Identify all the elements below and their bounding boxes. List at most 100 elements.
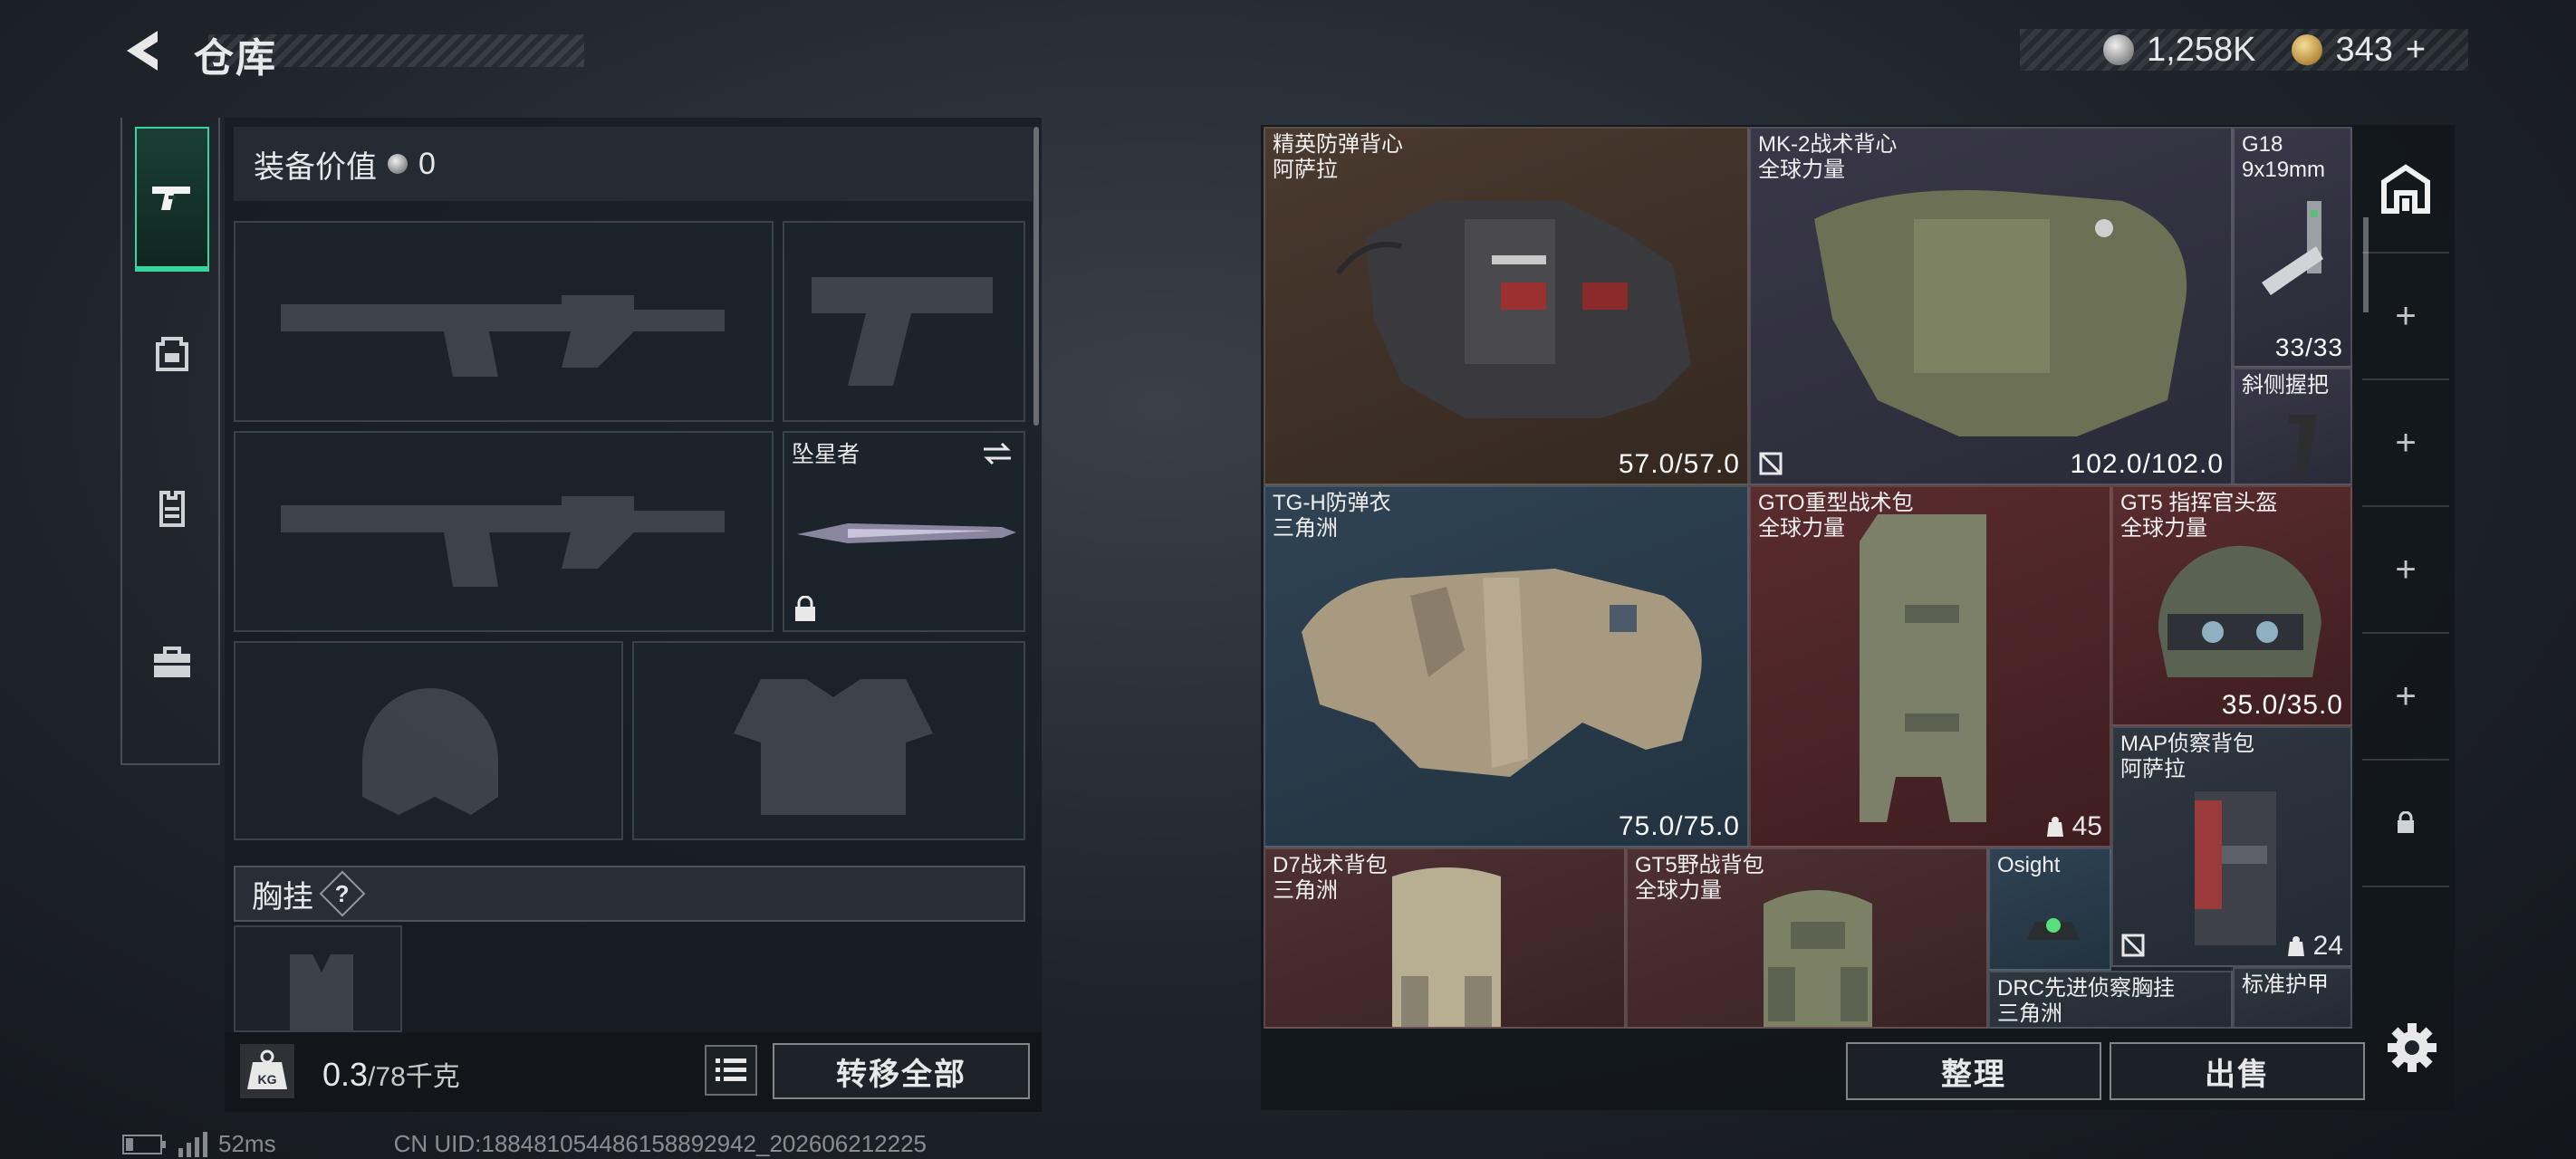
tab-backpack[interactable] <box>135 281 209 426</box>
svg-text:KG: KG <box>258 1072 277 1087</box>
item-d7-pack[interactable]: D7战术背包 三角洲 <box>1264 848 1626 1029</box>
plus-icon: + <box>2395 549 2417 589</box>
coin-icon <box>388 154 408 174</box>
lock-icon <box>795 596 815 621</box>
sell-button[interactable]: 出售 <box>2110 1042 2365 1100</box>
warehouse-tabs: + + + + <box>2362 127 2449 915</box>
tab-vest[interactable] <box>135 436 209 581</box>
add-premium-button[interactable]: + <box>2406 31 2426 70</box>
vest-art <box>1335 201 1691 418</box>
item-name: TG-H防弹衣 三角洲 <box>1273 491 1391 541</box>
capacity-icon <box>2046 817 2063 837</box>
weight-max: /78千克 <box>368 1062 460 1092</box>
item-gt5-field-pack[interactable]: GT5野战背包 全球力量 <box>1626 848 1988 1029</box>
warehouse-scrollbar[interactable] <box>2363 217 2369 312</box>
item-durability: 57.0/57.0 <box>1618 449 1740 479</box>
item-standard-armor[interactable]: 标准护甲 <box>2233 967 2352 1029</box>
sight-art <box>2026 918 2081 940</box>
knife-art <box>797 523 1016 543</box>
warehouse-icon <box>2381 164 2430 214</box>
settings-button[interactable] <box>2384 1020 2440 1076</box>
helmet-art <box>2158 545 2321 677</box>
add-warehouse-tab-1[interactable]: + <box>2362 254 2449 380</box>
equipment-value: 0 <box>418 146 436 181</box>
item-capacity: 45 <box>2043 811 2102 842</box>
item-name: 精英防弹背心 阿萨拉 <box>1273 132 1403 182</box>
equipment-value-label: 装备价值 <box>254 149 377 185</box>
rifle-silhouette-icon <box>281 295 725 377</box>
help-icon[interactable]: ? <box>319 870 366 917</box>
backpack-art <box>1860 514 1986 822</box>
ammo-art <box>2262 201 2323 295</box>
equipment-scrollbar[interactable] <box>1033 127 1039 426</box>
pistol-silhouette-icon <box>812 277 993 386</box>
toolbox-icon <box>154 647 190 677</box>
chest-rig-slot[interactable] <box>234 925 402 1032</box>
back-arrow-icon <box>127 31 158 71</box>
item-capacity: 24 <box>2284 931 2343 962</box>
armor-silhouette-icon <box>734 679 933 815</box>
vest-icon <box>159 491 185 527</box>
weight-icon: KG <box>240 1044 294 1098</box>
tab-weapons[interactable] <box>135 127 209 272</box>
plus-icon: + <box>2395 675 2417 716</box>
item-gt5-helmet[interactable]: GT5 指挥官头盔 全球力量 35.0/35.0 <box>2111 485 2352 726</box>
rifle-silhouette-icon <box>281 496 725 587</box>
coin-icon <box>2103 34 2134 65</box>
lock-icon <box>2398 811 2414 833</box>
item-osight[interactable]: Osight <box>1988 848 2111 971</box>
item-angled-grip[interactable]: 斜侧握把 <box>2233 368 2352 485</box>
coin-amount: 1,258K <box>2147 30 2256 69</box>
item-name: Osight <box>1997 853 2061 877</box>
item-elite-vest[interactable]: 精英防弹背心 阿萨拉 57.0/57.0 <box>1264 127 1749 485</box>
grip-art <box>2289 415 2316 474</box>
tab-warehouse-main[interactable] <box>2362 127 2449 254</box>
item-name: 标准护甲 <box>2242 972 2329 997</box>
plus-icon: + <box>2395 422 2417 463</box>
item-name: DRC先进侦察胸挂 三角洲 <box>1997 976 2175 1026</box>
transfer-all-button[interactable]: 转移全部 <box>773 1043 1030 1099</box>
list-icon <box>716 1058 746 1081</box>
armor-art <box>1302 569 1702 777</box>
capacity-icon <box>2287 936 2304 956</box>
melee-name: 坠星者 <box>792 442 860 467</box>
item-map-pack[interactable]: MAP侦察背包 阿萨拉 24 <box>2111 726 2352 967</box>
melee-slot[interactable]: 坠星者 <box>783 431 1025 632</box>
item-durability: 75.0/75.0 <box>1618 811 1740 841</box>
item-gto-pack[interactable]: GTO重型战术包 全球力量 45 <box>1749 485 2111 848</box>
no-repair-icon <box>2121 934 2145 957</box>
premium-amount: 343 <box>2335 30 2393 69</box>
equipment-value-header: 装备价值 0 <box>234 127 1033 201</box>
user-id: CN UID:18848105448615889294​2_2026062122… <box>393 1130 927 1157</box>
item-mk2-vest[interactable]: MK-2战术背心 全球力量 102.0/102.0 <box>1749 127 2233 485</box>
settings-icon <box>2388 1023 2437 1072</box>
vest-art <box>1814 190 2187 436</box>
sidearm-slot[interactable] <box>783 221 1025 422</box>
add-warehouse-tab-4[interactable]: + <box>2362 634 2449 761</box>
primary-weapon-slot[interactable] <box>234 221 774 422</box>
page-title: 仓库 <box>194 36 277 81</box>
swap-icon[interactable] <box>980 440 1014 467</box>
helmet-slot[interactable] <box>234 641 623 840</box>
locked-warehouse-tab[interactable] <box>2362 761 2449 887</box>
chest-rig-header[interactable]: 胸挂 ? <box>234 866 1025 922</box>
signal-icon <box>178 1131 207 1157</box>
helmet-silhouette-icon <box>362 688 498 815</box>
list-view-button[interactable] <box>705 1045 757 1096</box>
add-warehouse-tab-2[interactable]: + <box>2362 380 2449 507</box>
secondary-weapon-slot[interactable] <box>234 431 774 632</box>
back-button[interactable] <box>118 25 168 76</box>
item-g18-ammo[interactable]: G18 9x19mm 33/33 <box>2233 127 2352 368</box>
pistol-icon <box>152 187 190 210</box>
battery-icon <box>122 1134 166 1154</box>
item-name: 斜侧握把 <box>2242 373 2329 398</box>
item-drc-rig[interactable]: DRC先进侦察胸挂 三角洲 <box>1988 971 2233 1029</box>
backpack-art <box>2195 791 2276 945</box>
category-rail <box>120 118 220 765</box>
body-armor-slot[interactable] <box>632 641 1025 840</box>
item-tgh-armor[interactable]: TG-H防弹衣 三角洲 75.0/75.0 <box>1264 485 1749 848</box>
tab-supplies[interactable] <box>135 590 209 735</box>
add-warehouse-tab-3[interactable]: + <box>2362 507 2449 634</box>
carry-weight: 0.3/78千克 <box>322 1054 460 1094</box>
sort-button[interactable]: 整理 <box>1846 1042 2101 1100</box>
